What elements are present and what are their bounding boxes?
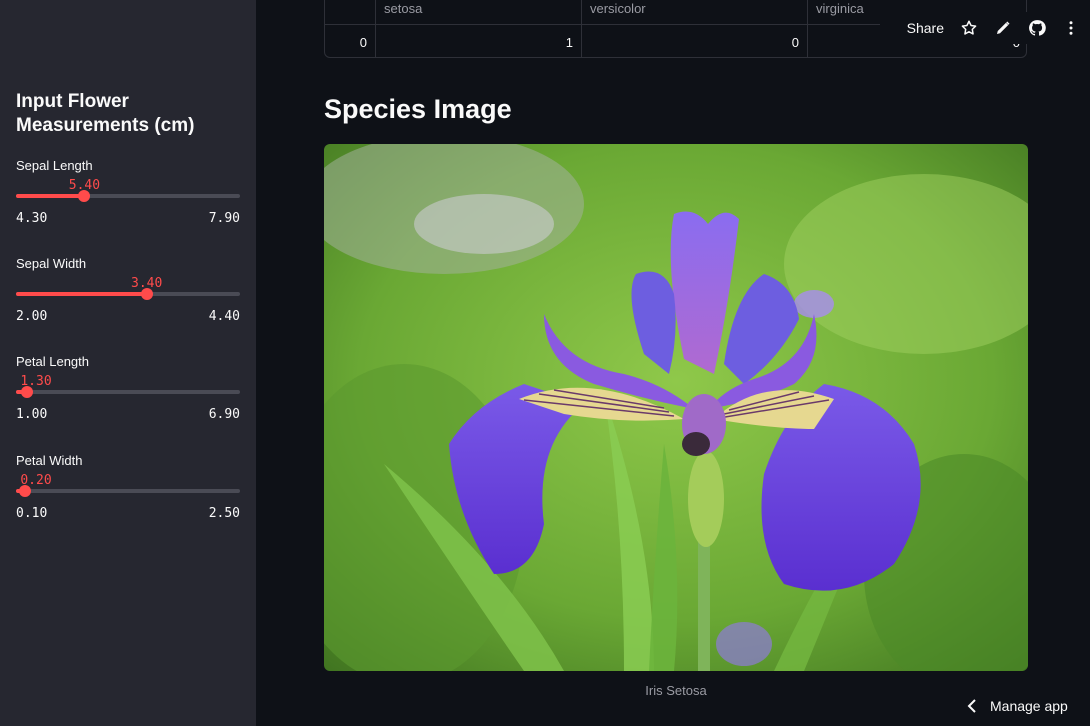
table-cell: 0	[359, 35, 367, 50]
table-header-cell: setosa	[384, 1, 423, 16]
slider-track[interactable]	[16, 386, 240, 398]
table-cell: 0	[791, 35, 799, 50]
species-image	[324, 144, 1028, 671]
slider-thumb[interactable]	[21, 386, 34, 398]
star-icon[interactable]	[960, 19, 978, 37]
manage-app-label: Manage app	[990, 698, 1068, 714]
slider-min: 2.00	[16, 309, 48, 324]
more-vertical-icon[interactable]	[1062, 19, 1080, 37]
sepal-length-slider[interactable]: Sepal Length 5.40 4.30 7.90	[16, 158, 240, 238]
chevron-left-icon	[967, 699, 976, 713]
table-column-setosa: setosa 1	[376, 0, 582, 57]
slider-min: 4.30	[16, 211, 48, 226]
image-caption: Iris Setosa	[645, 683, 707, 698]
share-button[interactable]: Share	[907, 20, 944, 36]
section-title: Species Image	[324, 94, 512, 124]
petal-width-slider[interactable]: Petal Width 0.20 0.10 2.50	[16, 453, 240, 533]
slider-thumb[interactable]	[78, 190, 91, 202]
iris-flower-image	[324, 144, 1028, 671]
pencil-icon[interactable]	[994, 19, 1012, 37]
table-header-cell: virginica	[816, 1, 864, 16]
slider-max: 6.90	[208, 407, 240, 422]
table-header-cell: versicolor	[590, 1, 646, 16]
slider-label: Petal Width	[16, 453, 83, 468]
slider-max: 4.40	[208, 309, 240, 324]
table-column-versicolor: versicolor 0	[582, 0, 808, 57]
github-icon[interactable]	[1028, 19, 1046, 37]
app-root: Input Flower Measurements (cm) Sepal Len…	[0, 0, 1090, 726]
sidebar-title: Input Flower Measurements (cm)	[16, 91, 195, 136]
petal-length-slider[interactable]: Petal Length 1.30 1.00 6.90	[16, 354, 240, 434]
sepal-width-slider[interactable]: Sepal Width 3.40 2.00 4.40	[16, 256, 240, 336]
table-index-column: 0	[325, 0, 376, 57]
slider-min: 1.00	[16, 407, 48, 422]
slider-track[interactable]	[16, 485, 240, 497]
manage-app-button[interactable]: Manage app	[966, 694, 1068, 718]
slider-fill	[16, 194, 85, 198]
table-cell: 1	[565, 35, 573, 50]
slider-label: Sepal Width	[16, 256, 87, 271]
sidebar: Input Flower Measurements (cm) Sepal Len…	[0, 0, 256, 726]
slider-min: 0.10	[16, 506, 48, 521]
slider-thumb[interactable]	[19, 485, 32, 497]
slider-fill	[16, 292, 147, 296]
slider-label: Petal Length	[16, 354, 90, 369]
slider-max: 2.50	[208, 506, 240, 521]
slider-track[interactable]	[16, 190, 240, 202]
slider-track[interactable]	[16, 288, 240, 300]
slider-max: 7.90	[208, 211, 240, 226]
slider-label: Sepal Length	[16, 158, 93, 173]
app-toolbar: Share	[880, 12, 1080, 44]
slider-thumb[interactable]	[140, 288, 153, 300]
